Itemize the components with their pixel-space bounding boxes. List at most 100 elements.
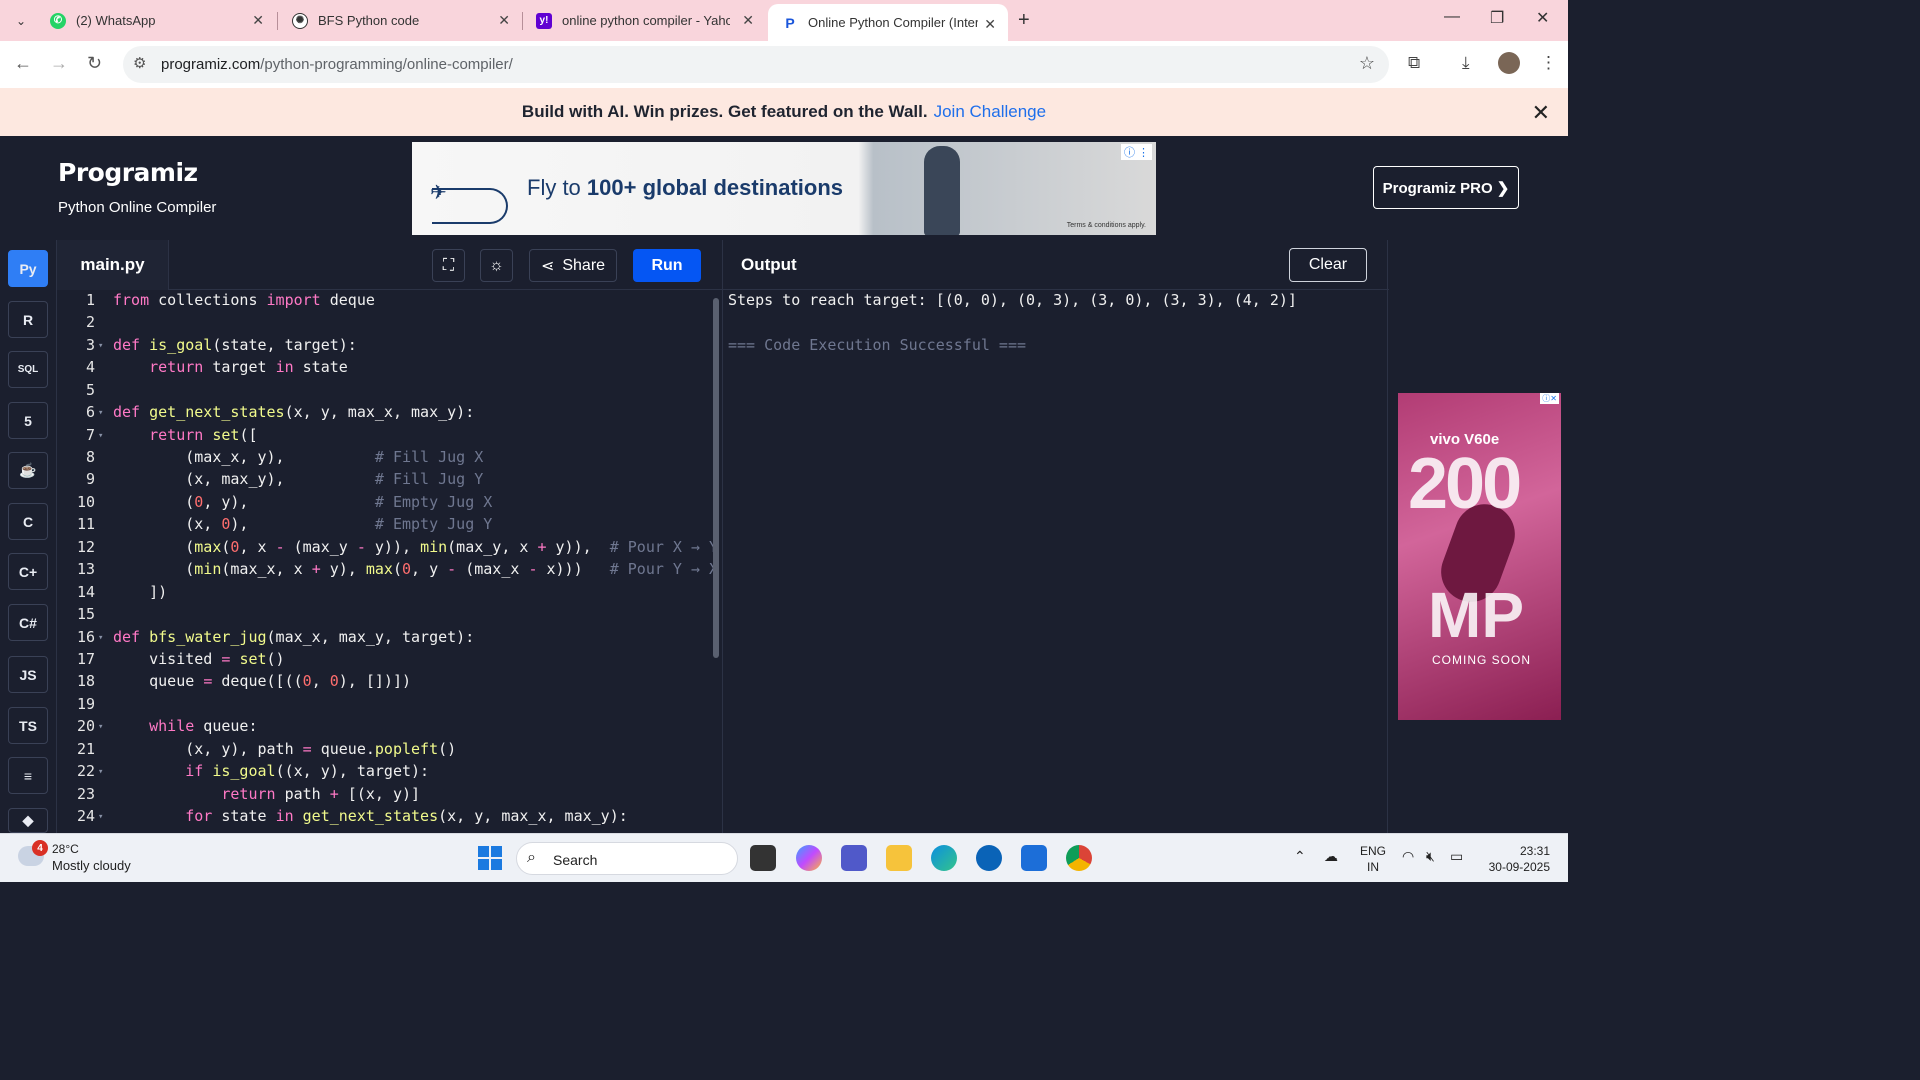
- code-area[interactable]: 1 from collections import deque 2 3 ▾ def i…: [57, 289, 719, 833]
- tab-search-icon[interactable]: ⌄: [8, 8, 34, 34]
- download-icon[interactable]: ⤓: [1462, 53, 1470, 73]
- file-tab[interactable]: main.py: [57, 240, 169, 290]
- weather-temp[interactable]: 28°C: [52, 842, 79, 856]
- cpp-icon[interactable]: C+: [8, 553, 48, 590]
- site-info-icon[interactable]: ⚙: [133, 54, 146, 72]
- notification-badge: 4: [32, 840, 48, 856]
- bookmark-star-icon[interactable]: ☆: [1359, 53, 1375, 74]
- code-line: 19: [76, 695, 95, 713]
- tab-yahoo[interactable]: y! online python compiler - Yahoo ✕: [522, 0, 766, 41]
- programiz-pro-button[interactable]: Programiz PRO ❯: [1373, 166, 1519, 209]
- code-line: 12 (max(0, x - (max_y - y)), min(max_y, …: [76, 538, 719, 556]
- tab-programiz[interactable]: P Online Python Compiler (Interpreter) ✕: [768, 4, 1008, 41]
- store-icon[interactable]: [1021, 845, 1047, 871]
- code-line: 18 queue = deque([((0, 0), [])]): [76, 672, 412, 690]
- chevron-up-icon[interactable]: ⌃: [1294, 848, 1306, 865]
- code-line: 20 ▾ while queue:: [76, 717, 258, 735]
- code-line: 13 (min(max_x, x + y), max(0, y - (max_x…: [76, 560, 719, 578]
- promo-banner: Build with AI. Win prizes. Get featured …: [0, 88, 1568, 136]
- theme-toggle-icon[interactable]: ☼: [480, 249, 513, 282]
- code-line: 14 ]): [76, 583, 168, 601]
- ad-info-icon[interactable]: ⓘ✕: [1540, 393, 1559, 404]
- close-window-icon[interactable]: ✕: [1536, 8, 1549, 28]
- js-icon[interactable]: JS: [8, 656, 48, 693]
- code-line: 6 ▾ def get_next_states(x, y, max_x, max_y…: [85, 403, 475, 421]
- promo-text: Build with AI. Win prizes. Get featured …: [521, 102, 928, 121]
- edge-icon[interactable]: [931, 845, 957, 871]
- editor-scrollbar[interactable]: [713, 298, 719, 658]
- weather-desc[interactable]: Mostly cloudy: [52, 858, 131, 873]
- php-icon[interactable]: ◆: [8, 808, 48, 833]
- minimize-icon[interactable]: —: [1444, 8, 1460, 26]
- teams-icon[interactable]: [841, 845, 867, 871]
- programiz-logo[interactable]: Programiz: [58, 158, 198, 187]
- copilot-icon[interactable]: [796, 845, 822, 871]
- run-button[interactable]: Run: [633, 249, 701, 282]
- file-explorer-dark-icon[interactable]: [750, 845, 776, 871]
- language-indicator[interactable]: ENG IN: [1360, 843, 1386, 875]
- output-title: Output: [741, 255, 797, 274]
- tab-bfs-python[interactable]: ✺ BFS Python code ✕: [278, 0, 522, 41]
- ad-headline: 200: [1408, 444, 1522, 524]
- python-icon[interactable]: Py: [8, 250, 48, 287]
- html-icon[interactable]: 5: [8, 402, 48, 439]
- browser-toolbar: ← → ↻ ⚙ programiz.com/python-programming…: [0, 41, 1568, 88]
- forward-icon[interactable]: →: [50, 53, 68, 74]
- tab-close-icon[interactable]: ✕: [984, 16, 996, 33]
- back-icon[interactable]: ←: [14, 53, 32, 74]
- tab-close-icon[interactable]: ✕: [252, 12, 264, 29]
- whatsapp-icon: ✆: [50, 12, 66, 29]
- code-line: 2: [85, 313, 95, 331]
- execution-status: === Code Execution Successful ===: [728, 336, 1027, 354]
- share-button[interactable]: ⋖ Share: [529, 249, 617, 282]
- url-text: programiz.com/python-programming/online-…: [161, 56, 513, 73]
- clock[interactable]: 23:31 30-09-2025: [1480, 843, 1550, 875]
- fullscreen-icon[interactable]: ⛶: [432, 249, 465, 282]
- tab-whatsapp[interactable]: ✆ (2) WhatsApp ✕: [36, 0, 276, 41]
- browser-tab-strip: ⌄ ✆ (2) WhatsApp ✕ ✺ BFS Python code ✕ y…: [0, 0, 1568, 41]
- sql-icon[interactable]: SQL: [8, 351, 48, 388]
- onedrive-icon[interactable]: ☁: [1324, 848, 1338, 865]
- tab-close-icon[interactable]: ✕: [498, 12, 510, 29]
- folder-icon[interactable]: [886, 845, 912, 871]
- ts-icon[interactable]: TS: [8, 707, 48, 744]
- tab-close-icon[interactable]: ✕: [742, 12, 754, 29]
- code-line: 24 ▾ for state in get_next_states(x, y, m…: [76, 807, 628, 825]
- vivo-ad[interactable]: vivo V60e 200 MP COMING SOON ⓘ✕: [1398, 393, 1561, 720]
- join-challenge-link[interactable]: Join Challenge: [934, 102, 1046, 122]
- address-bar[interactable]: ⚙ programiz.com/python-programming/onlin…: [123, 46, 1389, 83]
- extensions-icon[interactable]: ⧉: [1408, 53, 1420, 73]
- avatar[interactable]: [1498, 52, 1520, 74]
- java-icon[interactable]: ☕: [8, 452, 48, 489]
- share-icon: ⋖: [540, 257, 555, 275]
- share-label: Share: [562, 256, 606, 274]
- mute-icon[interactable]: 🔇︎: [1426, 848, 1435, 865]
- clear-button[interactable]: Clear: [1289, 248, 1367, 282]
- wifi-icon[interactable]: ◠: [1402, 848, 1414, 865]
- taskbar-search[interactable]: ⌕ Search: [516, 842, 738, 875]
- banner-ad[interactable]: ✈ Fly to 100+ global destinations ⓘ ⋮ Te…: [412, 142, 1156, 235]
- search-label: Search: [553, 852, 598, 868]
- new-tab-icon[interactable]: +: [1018, 9, 1030, 32]
- code-line: 1 from collections import deque: [85, 291, 375, 309]
- code-line: 10 (0, y), # Empty Jug X: [76, 493, 493, 511]
- ad-info-icon[interactable]: ⓘ ⋮: [1120, 144, 1152, 160]
- code-line: 21 (x, y), path = queue.popleft(): [76, 740, 457, 758]
- reload-icon[interactable]: ↻: [87, 53, 102, 74]
- windows-start-icon[interactable]: [478, 846, 502, 870]
- c-icon[interactable]: C: [8, 503, 48, 540]
- close-icon[interactable]: ✕: [1532, 100, 1550, 126]
- dell-icon[interactable]: [976, 845, 1002, 871]
- csharp-icon[interactable]: C#: [8, 604, 48, 641]
- code-editor-panel: main.py ⛶ ☼ ⋖ Share Run 1 from collection…: [57, 240, 722, 833]
- code-line: 15: [76, 605, 95, 623]
- battery-icon[interactable]: ▭: [1450, 848, 1463, 865]
- ad-headline-unit: MP: [1428, 579, 1524, 651]
- menu-icon[interactable]: ⋮: [1540, 53, 1557, 73]
- code-line: 9 (x, max_y), # Fill Jug Y: [85, 470, 484, 488]
- go-icon[interactable]: ≡: [8, 757, 48, 794]
- r-icon[interactable]: R: [8, 301, 48, 338]
- tab-title: online python compiler - Yahoo: [562, 13, 730, 28]
- chrome-icon[interactable]: [1066, 845, 1092, 871]
- restore-icon[interactable]: ❐: [1490, 8, 1504, 28]
